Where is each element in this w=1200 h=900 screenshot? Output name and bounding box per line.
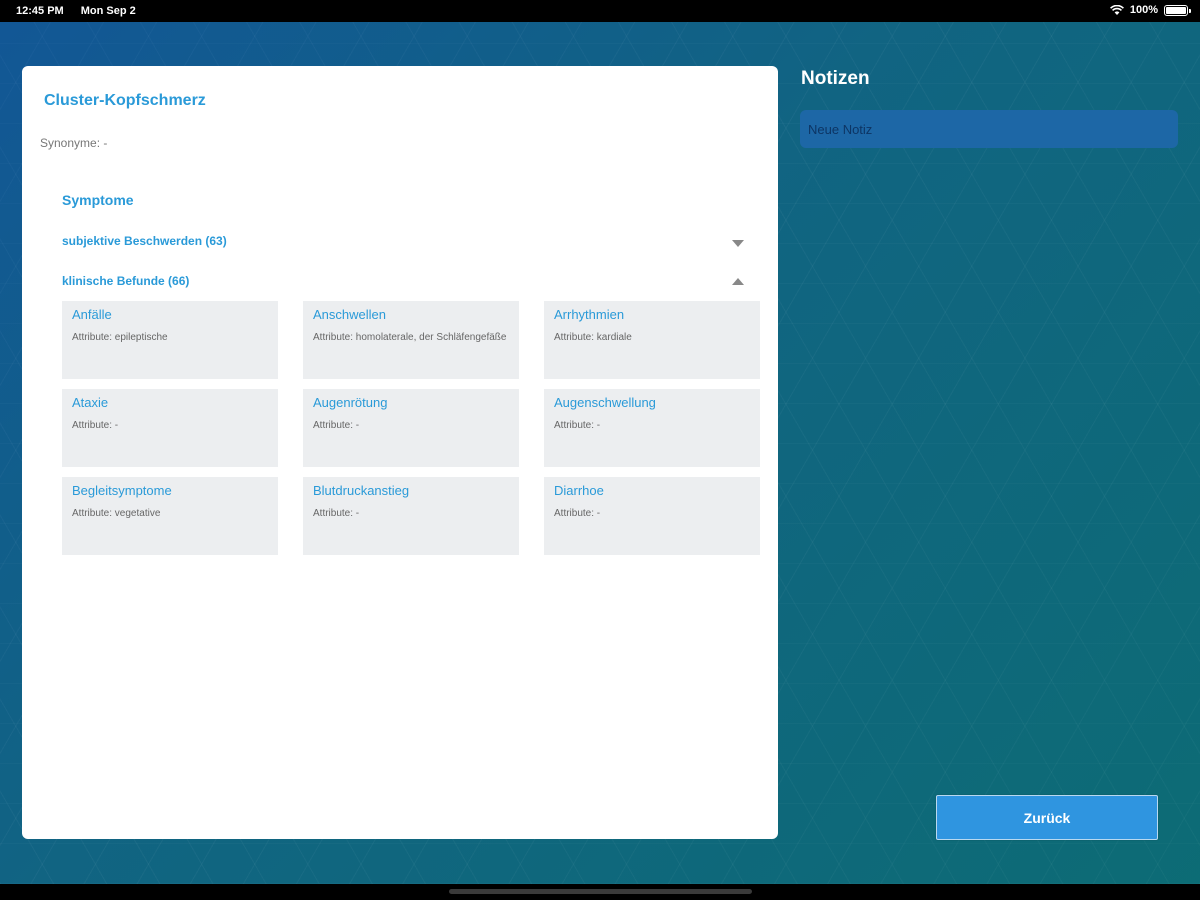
finding-name: Blutdruckanstieg xyxy=(313,483,410,498)
finding-tile[interactable]: Anschwellen Attribute: homolaterale, der… xyxy=(303,301,519,379)
new-note-input[interactable] xyxy=(800,110,1178,148)
status-date: Mon Sep 2 xyxy=(80,5,136,17)
finding-attribute: Attribute: vegetative xyxy=(72,508,161,519)
finding-name: Augenrötung xyxy=(313,395,388,410)
finding-name: Ataxie xyxy=(72,395,109,410)
group-label: klinische Befunde (66) xyxy=(62,274,190,288)
group-label: subjektive Beschwerden (63) xyxy=(62,234,227,248)
finding-attribute: Attribute: - xyxy=(72,420,119,431)
finding-attribute: Attribute: homolaterale, der Schläfengef… xyxy=(313,332,507,343)
finding-tile[interactable]: Begleitsymptome Attribute: vegetative xyxy=(62,477,278,555)
finding-name: Begleitsymptome xyxy=(72,483,172,498)
chevron-down-icon[interactable] xyxy=(732,240,744,247)
finding-name: Anschwellen xyxy=(313,307,386,322)
page-title: Cluster-Kopfschmerz xyxy=(44,92,206,109)
finding-attribute: Attribute: - xyxy=(313,508,360,519)
finding-name: Augenschwellung xyxy=(554,395,656,410)
finding-name: Arrhythmien xyxy=(554,307,625,322)
finding-attribute: Attribute: epileptische xyxy=(72,332,168,343)
finding-attribute: Attribute: kardiale xyxy=(554,332,632,343)
finding-name: Anfälle xyxy=(72,307,112,322)
group-subjective-complaints[interactable]: subjektive Beschwerden (63) xyxy=(62,234,744,256)
findings-grid: Anfälle Attribute: epileptische Anschwel… xyxy=(62,301,760,555)
finding-tile[interactable]: Ataxie Attribute: - xyxy=(62,389,278,467)
status-bar: 12:45 PM Mon Sep 2 100% xyxy=(0,0,1200,22)
finding-tile[interactable]: Augenschwellung Attribute: - xyxy=(544,389,760,467)
battery-percent: 100% xyxy=(1129,4,1158,16)
finding-name: Diarrhoe xyxy=(554,483,604,498)
section-title-symptoms: Symptome xyxy=(62,192,134,208)
status-time: 12:45 PM xyxy=(16,5,64,17)
finding-attribute: Attribute: - xyxy=(313,420,360,431)
detail-card: Cluster-Kopfschmerz Synonyme: - Symptome… xyxy=(22,66,778,839)
finding-tile[interactable]: Blutdruckanstieg Attribute: - xyxy=(303,477,519,555)
battery-icon xyxy=(1164,4,1191,16)
finding-tile[interactable]: Anfälle Attribute: epileptische xyxy=(62,301,278,379)
finding-tile[interactable]: Diarrhoe Attribute: - xyxy=(544,477,760,555)
finding-attribute: Attribute: - xyxy=(554,508,601,519)
chevron-up-icon[interactable] xyxy=(732,278,744,285)
home-indicator[interactable] xyxy=(449,889,752,894)
synonyms-text: Synonyme: - xyxy=(40,136,108,150)
finding-tile[interactable]: Augenrötung Attribute: - xyxy=(303,389,519,467)
finding-attribute: Attribute: - xyxy=(554,420,601,431)
notes-title: Notizen xyxy=(801,68,870,89)
group-clinical-findings[interactable]: klinische Befunde (66) xyxy=(62,274,744,296)
finding-tile[interactable]: Arrhythmien Attribute: kardiale xyxy=(544,301,760,379)
back-button[interactable]: Zurück xyxy=(936,795,1158,840)
wifi-icon xyxy=(1109,4,1124,15)
